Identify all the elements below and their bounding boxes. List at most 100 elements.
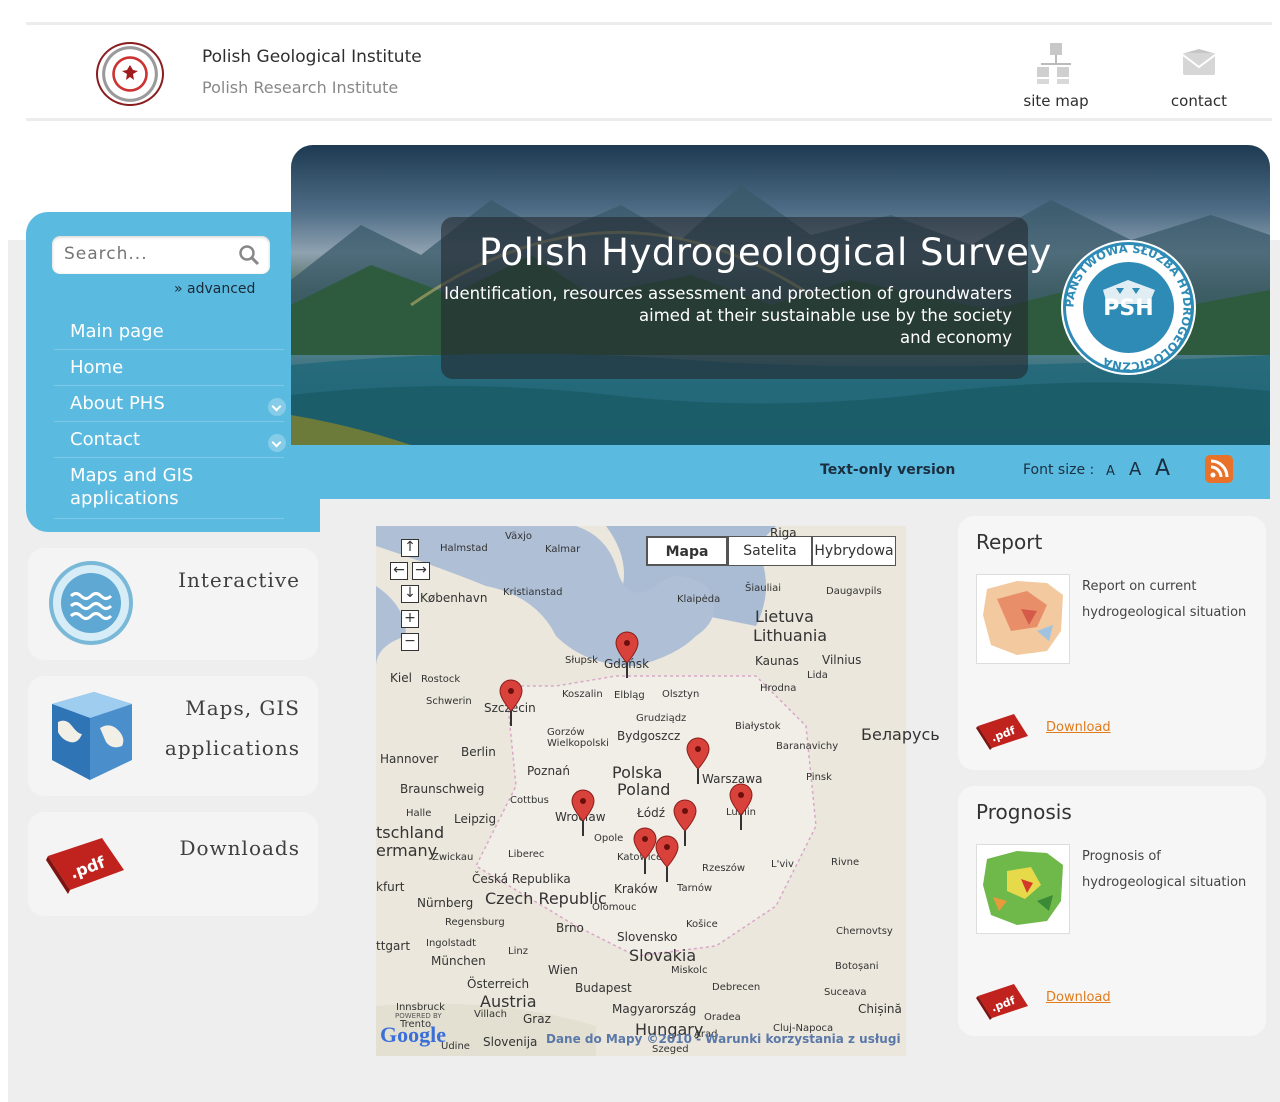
map-type-satelita[interactable]: Satelita [728, 536, 812, 566]
font-size-large-button[interactable]: A [1155, 456, 1170, 481]
font-size-small-button[interactable]: A [1106, 464, 1115, 479]
pdf-icon[interactable]: .pdf [976, 982, 1030, 1020]
font-size-control: Font size : A A A [1023, 456, 1170, 481]
maps-gis-tile[interactable]: Maps, GIS applications [28, 676, 318, 796]
map-label: Växjo [505, 531, 533, 542]
chevron-down-icon[interactable] [268, 434, 286, 452]
downloads-tile[interactable]: .pdf Downloads [28, 812, 318, 916]
map-label: Oradea [704, 1012, 741, 1023]
map-label: Berlin [461, 745, 496, 759]
envelope-icon [1182, 49, 1216, 75]
map-label: Schwerin [426, 696, 472, 707]
pan-left-button[interactable]: ← [390, 562, 408, 580]
maps-gis-label-line: applications [164, 736, 300, 760]
psh-inner-circle: PSH [1083, 262, 1174, 353]
search-icon[interactable] [238, 244, 260, 266]
map-label: Łódź [637, 806, 666, 820]
advanced-search-link[interactable]: » advanced [174, 281, 255, 297]
map-label: Linz [508, 946, 528, 957]
contact-link[interactable]: contact [1149, 38, 1249, 110]
downloads-label: Downloads [179, 836, 300, 860]
menu-item-main-page[interactable]: Main page [54, 314, 284, 350]
pan-right-button[interactable]: → [412, 562, 430, 580]
psh-logo: PAŃSTWOWA SŁUŻBA HYDROGEOLOGICZNA PSH [1061, 240, 1196, 375]
text-only-version-link[interactable]: Text-only version [820, 462, 955, 478]
prognosis-panel: Prognosis Prognosis of hydrogeological s… [958, 786, 1266, 1036]
map-marker[interactable] [612, 630, 642, 680]
map-label: Braunschweig [400, 782, 485, 796]
powered-by-label: POWERED BY [395, 1012, 442, 1020]
institute-subtitle: Polish Research Institute [202, 78, 399, 97]
menu-item-home[interactable]: Home [54, 350, 284, 386]
map-label: Czech Republic [485, 889, 607, 908]
map-label: Pinsk [806, 772, 832, 783]
map-marker[interactable] [683, 736, 713, 786]
map-label: Wien [548, 963, 578, 977]
menu-item-contact[interactable]: Contact [54, 422, 286, 458]
menu-item-about[interactable]: About PHS [54, 386, 286, 422]
rss-button[interactable] [1205, 455, 1233, 483]
prognosis-thumbnail[interactable] [976, 844, 1070, 934]
map-label: Chernovtsy [836, 926, 893, 937]
menu-item-maps-gis[interactable]: Maps and GIS applications [54, 458, 284, 519]
map-attribution[interactable]: Dane do Mapy ©2010 - Warunki korzystania… [546, 1032, 901, 1046]
map-type-mapa[interactable]: Mapa [646, 536, 728, 566]
banner-subtitle-line: aimed at their sustainable use by the so… [639, 306, 1012, 325]
site-map-label: site map [1023, 92, 1089, 110]
menu-item-label: Maps and GIS applications [70, 465, 194, 509]
zoom-in-button[interactable]: + [401, 610, 419, 628]
map-label: Regensburg [445, 917, 505, 928]
map-label: Halmstad [440, 543, 488, 554]
map-marker[interactable] [726, 782, 756, 832]
chevron-down-icon[interactable] [268, 398, 286, 416]
map-label: Košice [686, 919, 718, 930]
map-marker[interactable] [568, 788, 598, 838]
zoom-out-button[interactable]: − [401, 633, 419, 651]
map-label: Hannover [380, 752, 439, 766]
interactive-tile[interactable]: Interactive [28, 548, 318, 660]
map-label: Suceava [824, 987, 867, 998]
map-label: Debrecen [712, 982, 761, 993]
map-label: Graz [523, 1012, 551, 1026]
map-marker[interactable] [652, 834, 682, 884]
report-panel: Report Report on current hydrogeological… [958, 516, 1266, 770]
report-thumbnail[interactable] [976, 574, 1070, 664]
font-size-medium-button[interactable]: A [1129, 459, 1141, 480]
map-label: Riga [770, 526, 797, 540]
search-box [52, 236, 270, 274]
map-label: Lithuania [753, 626, 828, 645]
map-label: Daugavpils [826, 586, 882, 597]
map-label: Šiauliai [745, 583, 782, 594]
main-menu: Main page Home About PHS Contact Maps an… [54, 314, 286, 519]
map-label: L'viv [771, 859, 794, 870]
pan-down-button[interactable]: ↓ [401, 585, 419, 603]
map-type-hybrydowa[interactable]: Hybrydowa [812, 536, 896, 566]
map-marker[interactable] [496, 678, 526, 728]
rss-icon [1210, 459, 1229, 478]
map-label: Budapest [575, 981, 632, 995]
map-label: Slovenija [483, 1035, 538, 1049]
pan-up-button[interactable]: ↑ [401, 539, 419, 557]
institute-logo[interactable] [96, 42, 164, 106]
psh-logo-text: PSH [1103, 296, 1154, 321]
maps-gis-label-line: Maps, GIS [185, 696, 300, 720]
prognosis-description-line: Prognosis of [1082, 849, 1161, 864]
map-label: Kristianstad [503, 587, 563, 598]
map-label: Opole [594, 833, 624, 844]
site-map-link[interactable]: site map [1006, 38, 1106, 110]
map-label: Halle [406, 808, 432, 819]
menu-item-label: Home [70, 357, 124, 378]
map-label: Slovensko [617, 930, 678, 944]
search-input[interactable] [64, 244, 234, 264]
map-label: tschland [376, 823, 445, 842]
google-logo[interactable]: Google [380, 1022, 446, 1048]
pdf-icon[interactable]: .pdf [976, 712, 1030, 750]
header-bottom-divider [26, 118, 1272, 121]
globe-cube-icon [52, 692, 132, 780]
prognosis-download-link[interactable]: Download [1046, 990, 1111, 1005]
report-title: Report [976, 530, 1043, 554]
map-label: Villach [474, 1009, 507, 1020]
report-download-link[interactable]: Download [1046, 720, 1111, 735]
contact-label: contact [1170, 92, 1228, 110]
site-map-icon [1037, 43, 1071, 84]
